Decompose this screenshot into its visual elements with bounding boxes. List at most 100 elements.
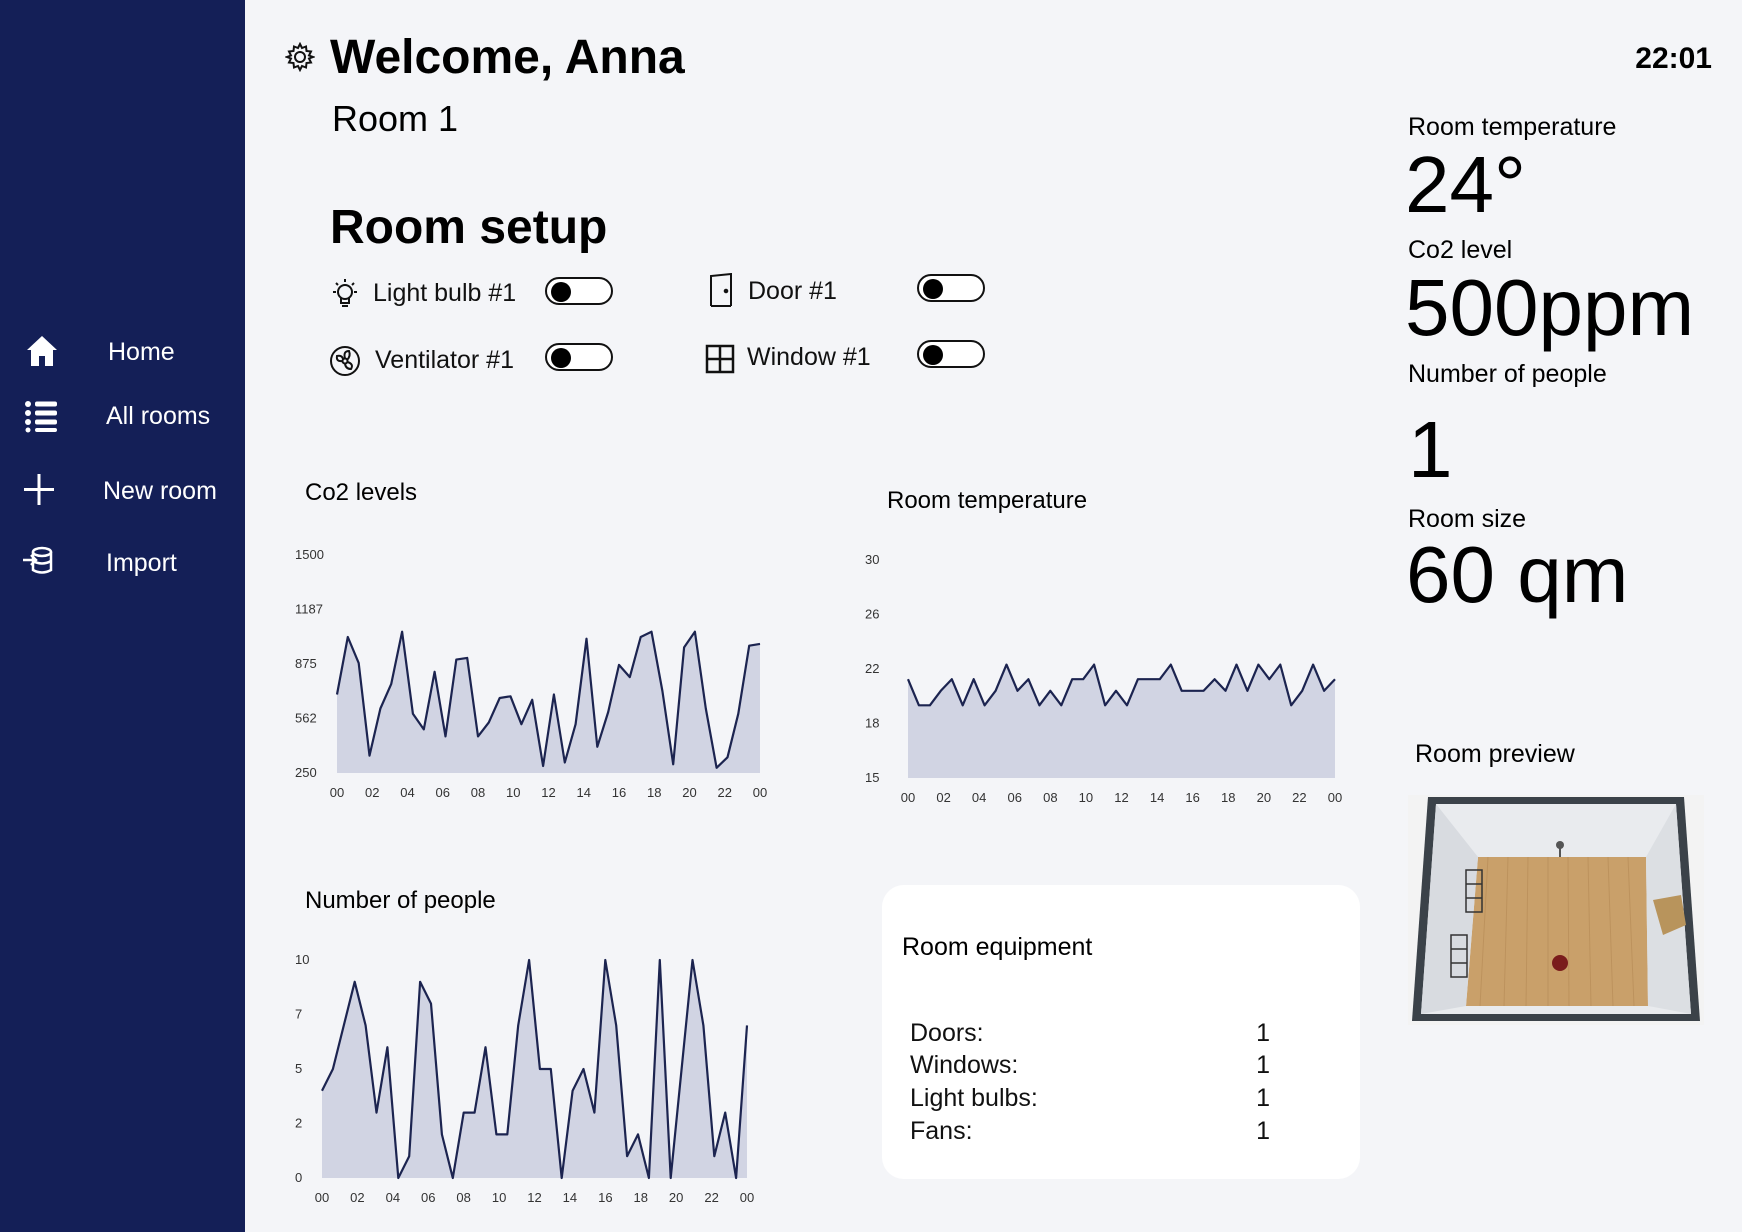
nav-label-new-room: New room	[103, 477, 217, 505]
x-tick-label: 16	[612, 785, 626, 800]
x-tick-label: 14	[577, 785, 591, 800]
y-tick-label: 10	[295, 952, 309, 967]
temperature-chart: 30 26 22 18 15 00 02 04 06 08 10 12 14 16 18 20 22 00	[865, 552, 1342, 805]
nav-item-home[interactable]: Home	[0, 326, 245, 376]
x-tick-label: 08	[1043, 790, 1057, 805]
people-value: 1	[1408, 405, 1453, 494]
welcome-heading: Welcome, Anna	[330, 31, 685, 84]
main-content: Welcome, Anna Room 1 22:01 Room setup Li…	[245, 0, 1742, 1232]
equipment-value: 1	[1256, 1117, 1270, 1145]
fan-icon	[330, 346, 360, 376]
nav-label-import: Import	[106, 549, 177, 577]
equipment-label: Light bulbs:	[910, 1084, 1038, 1112]
y-tick-label: 1500	[295, 547, 324, 562]
x-tick-label: 00	[740, 1190, 754, 1205]
x-tick-label: 20	[682, 785, 696, 800]
x-tick-label: 10	[506, 785, 520, 800]
series-area	[337, 631, 760, 773]
x-tick-label: 14	[563, 1190, 577, 1205]
temperature-chart-title: Room temperature	[887, 487, 1088, 514]
toggle-knob	[551, 282, 571, 302]
x-tick-label: 02	[365, 785, 379, 800]
toggle-knob	[923, 345, 943, 365]
import-icon	[23, 546, 53, 574]
room-size-value: 60 qm	[1406, 530, 1629, 619]
x-tick-label: 12	[541, 785, 555, 800]
co2-chart: 1500 1187 875 562 250 00 02 04 06 08 10 12 14 16 18 20 2…	[295, 547, 767, 800]
device-label-window: Window #1	[747, 343, 871, 371]
x-tick-label: 02	[350, 1190, 364, 1205]
gear-icon[interactable]	[285, 42, 315, 72]
lightbulb-toggle[interactable]	[545, 277, 613, 305]
toggle-knob	[551, 348, 571, 368]
co2-chart-title: Co2 levels	[305, 479, 418, 506]
x-tick-label: 12	[1114, 790, 1128, 805]
x-tick-label: 22	[718, 785, 732, 800]
x-tick-label: 04	[972, 790, 986, 805]
x-tick-label: 00	[1328, 790, 1342, 805]
x-tick-label: 18	[1221, 790, 1235, 805]
ventilator-toggle[interactable]	[545, 343, 613, 371]
y-tick-label: 875	[295, 656, 317, 671]
equipment-value: 1	[1256, 1084, 1270, 1112]
temperature-label: Room temperature	[1408, 113, 1617, 141]
x-tick-label: 06	[1008, 790, 1022, 805]
room-name: Room 1	[332, 98, 459, 139]
nav-item-new-room[interactable]: New room	[0, 465, 245, 515]
y-tick-label: 26	[865, 607, 879, 622]
room-preview-image[interactable]	[1408, 795, 1704, 1025]
list-icon	[25, 401, 57, 433]
x-tick-label: 20	[1257, 790, 1271, 805]
equipment-label: Windows:	[910, 1051, 1019, 1079]
x-tick-label: 02	[936, 790, 950, 805]
x-tick-label: 20	[669, 1190, 683, 1205]
x-tick-label: 00	[753, 785, 767, 800]
y-tick-label: 7	[295, 1007, 302, 1022]
device-label-ventilator: Ventilator #1	[375, 346, 514, 374]
x-tick-label: 10	[1079, 790, 1093, 805]
window-icon	[705, 344, 735, 374]
door-icon	[710, 273, 732, 307]
y-tick-label: 5	[295, 1061, 302, 1076]
x-tick-label: 22	[704, 1190, 718, 1205]
y-tick-label: 562	[295, 711, 317, 726]
equipment-row-windows: Windows: 1	[910, 1051, 1270, 1081]
toggle-knob	[923, 279, 943, 299]
x-tick-label: 18	[647, 785, 661, 800]
x-tick-label: 10	[492, 1190, 506, 1205]
door-toggle[interactable]	[917, 274, 985, 302]
equipment-value: 1	[1256, 1051, 1270, 1079]
device-label-door: Door #1	[748, 277, 837, 305]
x-tick-label: 14	[1150, 790, 1164, 805]
y-tick-label: 250	[295, 765, 317, 780]
x-tick-label: 16	[1185, 790, 1199, 805]
x-tick-label: 08	[456, 1190, 470, 1205]
room-preview-title: Room preview	[1415, 740, 1575, 768]
window-toggle[interactable]	[917, 340, 985, 368]
sidebar: Home All rooms New room Import	[0, 0, 245, 1232]
equipment-row-light-bulbs: Light bulbs: 1	[910, 1084, 1270, 1114]
y-tick-label: 15	[865, 770, 879, 785]
x-tick-label: 00	[330, 785, 344, 800]
x-tick-label: 16	[598, 1190, 612, 1205]
y-tick-label: 18	[865, 716, 879, 731]
x-tick-label: 06	[421, 1190, 435, 1205]
nav-item-all-rooms[interactable]: All rooms	[0, 390, 245, 440]
y-tick-label: 2	[295, 1116, 302, 1131]
device-label-lightbulb: Light bulb #1	[373, 279, 517, 307]
nav-label-all-rooms: All rooms	[106, 402, 211, 430]
x-tick-label: 18	[634, 1190, 648, 1205]
nav-item-import[interactable]: Import	[0, 537, 245, 587]
plus-icon	[24, 474, 54, 505]
x-tick-label: 00	[315, 1190, 329, 1205]
x-tick-label: 08	[471, 785, 485, 800]
x-tick-label: 22	[1292, 790, 1306, 805]
x-tick-label: 00	[901, 790, 915, 805]
series-area	[322, 960, 747, 1178]
equipment-value: 1	[1256, 1019, 1270, 1047]
people-chart: 10752000 02 04 06 08 10 12 14 16 18 20 22 00	[295, 952, 754, 1205]
equipment-label: Doors:	[910, 1019, 984, 1047]
lightbulb-icon	[333, 279, 357, 307]
equipment-label: Fans:	[910, 1117, 973, 1145]
home-icon	[27, 336, 57, 366]
